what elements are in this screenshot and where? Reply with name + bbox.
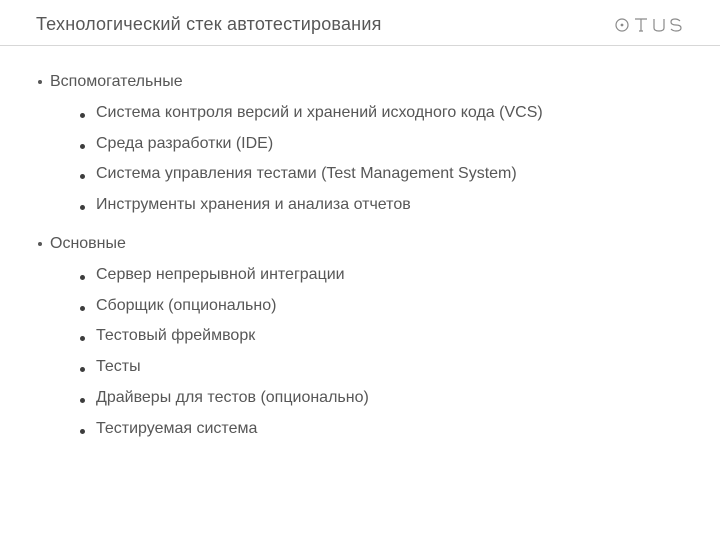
- item-text: Тесты: [96, 358, 141, 375]
- item-text: Сборщик (опционально): [96, 297, 276, 314]
- section-auxiliary: Вспомогательные Система контроля версий …: [36, 70, 684, 218]
- section-label: Вспомогательные: [50, 73, 183, 90]
- slide-title: Технологический стек автотестирования: [36, 14, 382, 35]
- section-label: Основные: [50, 235, 126, 252]
- list-item: Система управления тестами (Test Managem…: [76, 162, 684, 187]
- slide-header: Технологический стек автотестирования: [0, 0, 720, 45]
- item-text: Тестируемая система: [96, 420, 257, 437]
- item-text: Система управления тестами (Test Managem…: [96, 165, 517, 182]
- list-item: Инструменты хранения и анализа отчетов: [76, 193, 684, 218]
- logo-otus: [614, 16, 684, 34]
- list-item: Тестовый фреймворк: [76, 324, 684, 349]
- sub-list: Система контроля версий и хранений исход…: [36, 101, 684, 218]
- section-main: Основные Сервер непрерывной интеграции С…: [36, 232, 684, 442]
- item-text: Драйверы для тестов (опционально): [96, 389, 369, 406]
- list-item: Драйверы для тестов (опционально): [76, 386, 684, 411]
- list-item: Сервер непрерывной интеграции: [76, 263, 684, 288]
- item-text: Сервер непрерывной интеграции: [96, 266, 345, 283]
- list-item: Сборщик (опционально): [76, 294, 684, 319]
- otus-logo-icon: [614, 16, 684, 34]
- list-item: Система контроля версий и хранений исход…: [76, 101, 684, 126]
- list-item: Среда разработки (IDE): [76, 132, 684, 157]
- item-text: Система контроля версий и хранений исход…: [96, 104, 543, 121]
- list-item: Тесты: [76, 355, 684, 380]
- list-item: Тестируемая система: [76, 417, 684, 442]
- item-text: Инструменты хранения и анализа отчетов: [96, 196, 411, 213]
- item-text: Тестовый фреймворк: [96, 327, 255, 344]
- sub-list: Сервер непрерывной интеграции Сборщик (о…: [36, 263, 684, 442]
- item-text: Среда разработки (IDE): [96, 135, 273, 152]
- slide-content: Вспомогательные Система контроля версий …: [0, 46, 720, 442]
- section-header: Вспомогательные: [36, 70, 684, 95]
- section-header: Основные: [36, 232, 684, 257]
